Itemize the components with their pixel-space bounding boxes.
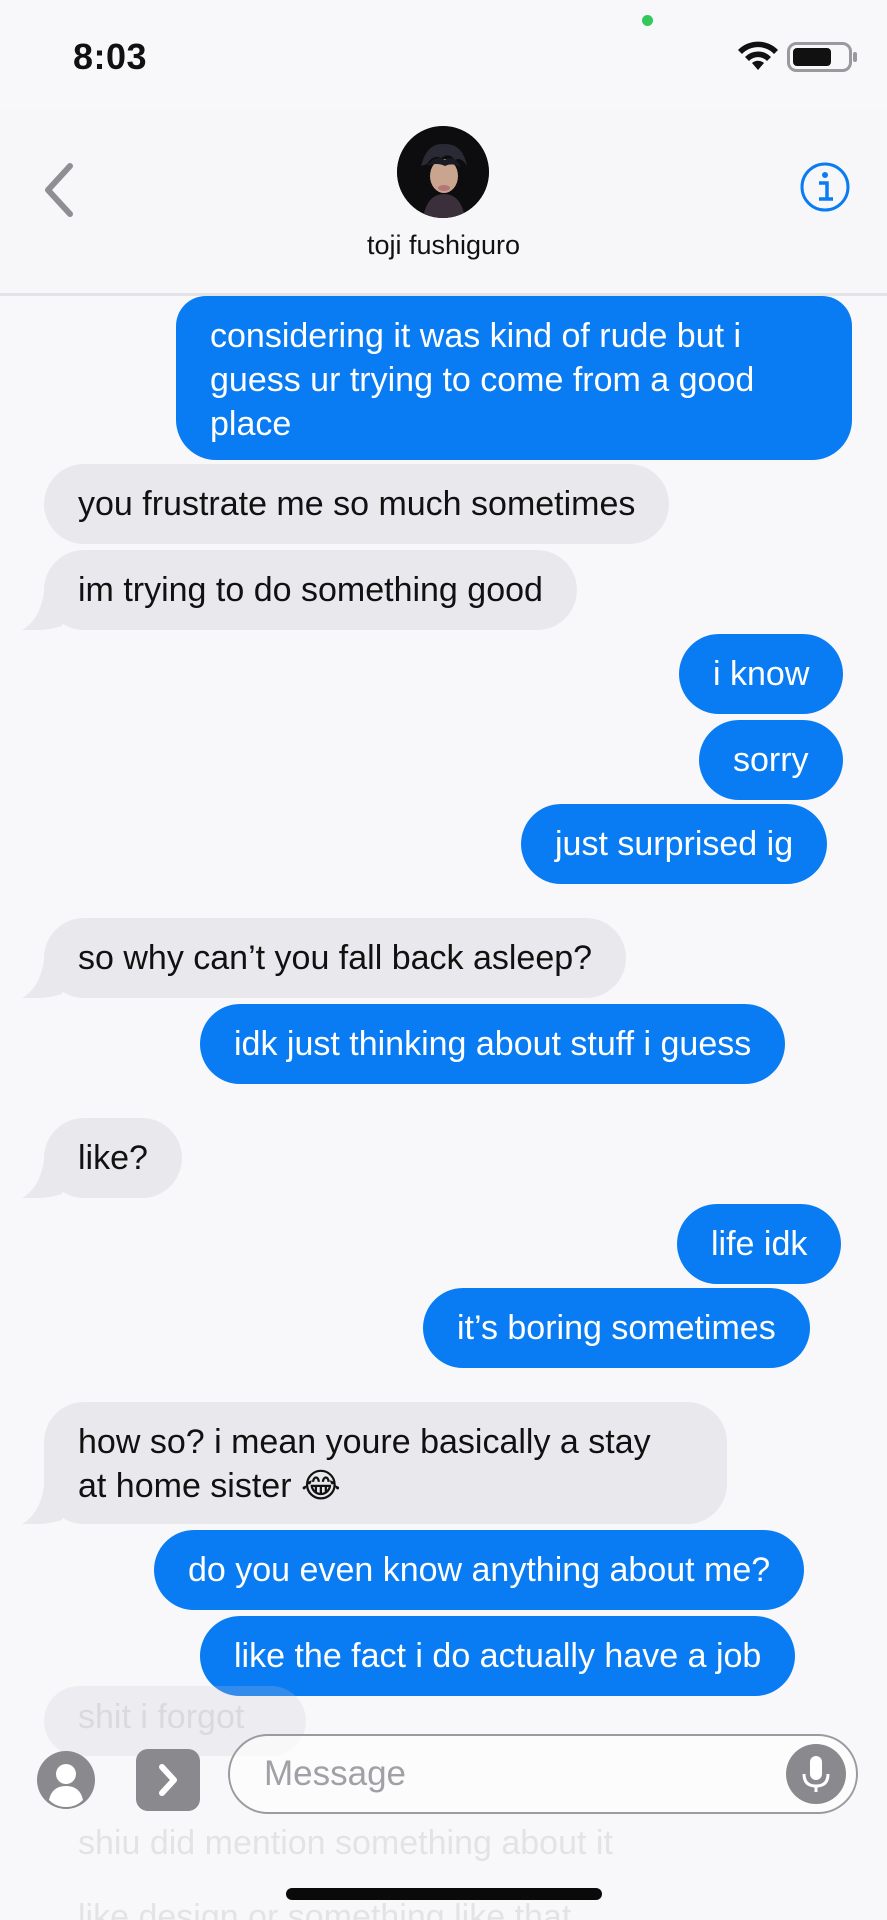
- chevron-right-icon: [159, 1764, 177, 1796]
- message-thread: considering it was kind of rude but i gu…: [0, 296, 887, 1920]
- back-chevron-icon[interactable]: [40, 160, 80, 220]
- battery-icon: [787, 42, 857, 72]
- contact-name[interactable]: toji fushiguro: [0, 230, 887, 261]
- microphone-button[interactable]: [786, 1744, 846, 1804]
- apps-button[interactable]: [136, 1749, 200, 1811]
- contact-card-icon[interactable]: [36, 1750, 96, 1810]
- imessage-screen: 8:03 toji fushiguro considering it was k…: [0, 0, 887, 1920]
- message-bubble-outgoing[interactable]: life idk: [677, 1204, 842, 1284]
- blurred-message: like design or something like that: [78, 1898, 572, 1920]
- bubble-tail: [22, 592, 62, 630]
- avatar-portrait-icon: [397, 126, 489, 218]
- message-placeholder: Message: [264, 1754, 407, 1793]
- conversation-header: toji fushiguro: [0, 110, 887, 296]
- message-bubble-outgoing[interactable]: sorry: [699, 720, 843, 800]
- message-bubble-outgoing[interactable]: like the fact i do actually have a job: [200, 1616, 796, 1696]
- blurred-message: shiu did mention something about it: [78, 1824, 613, 1862]
- message-bubble-outgoing[interactable]: do you even know anything about me?: [154, 1530, 805, 1610]
- message-bubble-incoming[interactable]: so why can’t you fall back asleep?: [44, 918, 627, 998]
- message-bubble-outgoing[interactable]: idk just thinking about stuff i guess: [200, 1004, 786, 1084]
- message-bubble-incoming[interactable]: like?: [44, 1118, 182, 1198]
- blurred-message: shit i forgot: [78, 1698, 245, 1736]
- bubble-tail: [22, 1160, 62, 1198]
- message-bubble-outgoing[interactable]: it’s boring sometimes: [423, 1288, 810, 1368]
- message-bubble-incoming[interactable]: you frustrate me so much sometimes: [44, 464, 670, 544]
- status-bar: 8:03: [0, 0, 887, 110]
- message-input[interactable]: Message: [228, 1734, 858, 1814]
- bubble-tail: [22, 960, 62, 998]
- contact-avatar[interactable]: [397, 126, 489, 218]
- compose-bar: shit i forgot shiu did mention something…: [0, 1686, 887, 1920]
- message-bubble-incoming[interactable]: how so? i mean youre basically a stay at…: [44, 1402, 727, 1524]
- message-bubble-outgoing[interactable]: considering it was kind of rude but i gu…: [176, 296, 852, 460]
- message-bubble-outgoing[interactable]: i know: [679, 634, 844, 714]
- camera-indicator-icon: [642, 15, 653, 26]
- bubble-tail: [22, 1486, 62, 1524]
- home-indicator[interactable]: [286, 1888, 602, 1900]
- info-icon[interactable]: [799, 161, 851, 213]
- status-time: 8:03: [73, 36, 148, 77]
- microphone-icon: [802, 1756, 830, 1792]
- wifi-icon: [738, 41, 778, 70]
- message-bubble-outgoing[interactable]: just surprised ig: [521, 804, 828, 884]
- message-bubble-incoming[interactable]: im trying to do something good: [44, 550, 577, 630]
